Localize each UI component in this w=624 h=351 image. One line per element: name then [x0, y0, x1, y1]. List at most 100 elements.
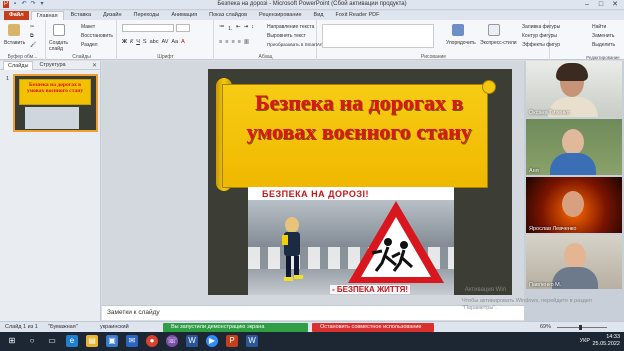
zoom-slider-knob[interactable]	[579, 325, 582, 330]
font-size-box[interactable]	[176, 24, 190, 32]
new-slide-button[interactable]: Создать слайд	[49, 40, 73, 52]
italic-icon[interactable]: К	[130, 39, 133, 45]
zoom-app-icon[interactable]: ▶	[206, 335, 218, 347]
tab-slideshow[interactable]: Показ слайдов	[204, 11, 252, 20]
shape-outline-button[interactable]: Контур фигуры	[522, 33, 557, 39]
picture-art	[282, 201, 444, 283]
tab-animation[interactable]: Анимация	[166, 11, 202, 20]
zoom-level[interactable]: 69%	[540, 324, 551, 330]
close-icon[interactable]: ✕	[608, 0, 622, 9]
indent-increase-icon[interactable]: ⇥	[244, 24, 249, 32]
new-slide-icon[interactable]	[53, 24, 65, 36]
copy-icon[interactable]: ⧉	[30, 33, 34, 39]
cut-icon[interactable]: ✂	[30, 24, 34, 30]
thumb-title: Безпека на дорогах в умовах воєнного ста…	[26, 82, 84, 94]
word-icon[interactable]: W	[186, 335, 198, 347]
line-spacing-icon[interactable]: ↕	[251, 24, 254, 32]
align-right-icon[interactable]: ≡	[231, 39, 234, 45]
task-view-icon[interactable]: ▭	[46, 335, 58, 347]
section-button[interactable]: Раздел	[81, 42, 98, 48]
clock-date: 25.05.2022	[592, 341, 620, 347]
shape-effects-button[interactable]: Эффекты фигур	[522, 42, 560, 48]
language[interactable]: украинский	[100, 324, 129, 330]
layout-button[interactable]: Макет	[81, 24, 95, 30]
slide-canvas[interactable]: Безпека на дорогах в умовах воєнного ста…	[208, 69, 512, 295]
tab-insert[interactable]: Вставка	[66, 11, 96, 20]
align-text-button[interactable]: Выровнять текст	[267, 33, 306, 39]
tab-outline-panel[interactable]: Структура	[35, 61, 69, 69]
close-icon[interactable]: ✕	[92, 62, 97, 69]
font-color-icon[interactable]: A	[181, 39, 185, 45]
smartart-button[interactable]: Преобразовать в SmartArt	[267, 42, 323, 47]
quick-styles-button[interactable]: Экспресс-стили	[480, 40, 517, 46]
tab-view[interactable]: Вид	[309, 11, 329, 20]
slide-thumbnail[interactable]: Безпека на дорогах в умовах воєнного ста…	[13, 74, 98, 132]
tab-home[interactable]: Главная	[30, 11, 64, 20]
quick-styles-icon[interactable]	[488, 24, 500, 36]
align-center-icon[interactable]: ≡	[225, 39, 228, 45]
viber-icon[interactable]: ☏	[166, 335, 178, 347]
minimize-icon[interactable]: –	[580, 0, 594, 9]
tab-slides-panel[interactable]: Слайды	[3, 60, 34, 70]
arrange-icon[interactable]	[452, 24, 464, 36]
reset-button[interactable]: Восстановить	[81, 33, 113, 39]
shadow-icon[interactable]: S	[143, 39, 147, 45]
child-leg-right	[294, 256, 299, 276]
case-icon[interactable]: Aa	[171, 39, 178, 45]
notes-pane[interactable]: Заметки к слайду	[102, 305, 524, 320]
participant-tile[interactable]: Павленко М.	[526, 235, 622, 289]
mail-icon[interactable]: ✉	[126, 335, 138, 347]
underline-icon[interactable]: Ч	[136, 39, 140, 45]
slides-panel-tabs: Слайды Структура	[0, 60, 100, 70]
store-icon[interactable]: ▣	[106, 335, 118, 347]
search-icon[interactable]: ○	[26, 335, 38, 347]
columns-icon[interactable]: ▥	[244, 39, 249, 45]
windows-activation-notice: Чтобы активировать Windows, перейдите в …	[462, 298, 592, 311]
paste-icon[interactable]	[8, 24, 20, 36]
font-name-box[interactable]	[122, 24, 174, 32]
powerpoint-taskbar-icon[interactable]: P	[226, 335, 238, 347]
format-painter-icon[interactable]: 🖌	[30, 42, 36, 48]
arrange-button[interactable]: Упорядочить	[446, 40, 476, 46]
picture-caption-top: БЕЗПЕКА НА ДОРОЗІ!	[262, 189, 370, 199]
justify-icon[interactable]: ≡	[238, 39, 241, 45]
tab-review[interactable]: Рецензирование	[254, 11, 306, 20]
strikethrough-icon[interactable]: abc	[150, 39, 159, 45]
shape-fill-button[interactable]: Заливка фигуры	[522, 24, 560, 30]
chrome-icon[interactable]: ●	[146, 335, 158, 347]
slide-title[interactable]: Безпека на дорогах в умовах воєнного ста…	[230, 88, 488, 146]
bold-icon[interactable]: Ж	[122, 39, 127, 45]
list-buttons-row: ≔ ⒈ ⇤ ⇥ ↕	[219, 24, 254, 32]
word-taskbar-icon[interactable]: W	[246, 335, 258, 347]
maximize-icon[interactable]: □	[594, 0, 608, 9]
participant-tile[interactable]: Ярослав Левченко	[526, 177, 622, 233]
numbering-icon[interactable]: ⒈	[228, 24, 234, 32]
tab-transitions[interactable]: Переходы	[129, 11, 165, 20]
sign-figure-head-2	[400, 241, 408, 249]
zoom-slider[interactable]	[557, 325, 607, 330]
select-button[interactable]: Выделить	[592, 42, 615, 48]
explorer-icon[interactable]: ▤	[86, 335, 98, 347]
edge-icon[interactable]: e	[66, 335, 78, 347]
indent-decrease-icon[interactable]: ⇤	[236, 24, 241, 32]
align-left-icon[interactable]: ≡	[219, 39, 222, 45]
find-button[interactable]: Найти	[592, 24, 606, 30]
tab-design[interactable]: Дизайн	[98, 11, 127, 20]
spacing-icon[interactable]: AV	[161, 39, 168, 45]
participant-tile[interactable]: Оксана Тихенко	[526, 61, 622, 117]
participant-name: Оксана Тихенко	[529, 110, 570, 116]
start-icon[interactable]: ⊞	[6, 335, 18, 347]
shapes-gallery[interactable]	[322, 24, 434, 48]
tab-file[interactable]: Файл	[4, 11, 29, 20]
bullets-icon[interactable]: ≔	[219, 24, 225, 32]
slide-picture[interactable]: БЕЗПЕКА НА ДОРОЗІ! - БЕЗПЕКА ЖИТТЯ!	[248, 187, 454, 295]
window-controls: – □ ✕	[580, 0, 622, 9]
keyboard-language[interactable]: УКР	[580, 338, 590, 344]
text-direction-button[interactable]: Направление текста	[267, 24, 314, 30]
paste-button[interactable]: Вставить	[4, 40, 25, 46]
replace-button[interactable]: Заменить	[592, 33, 614, 39]
stop-sharing-button[interactable]: Остановить совместное использование	[312, 323, 434, 332]
system-clock[interactable]: 14:33 25.05.2022	[592, 334, 620, 348]
tab-foxit[interactable]: Foxit Reader PDF	[330, 11, 384, 20]
participant-tile[interactable]: Аня	[526, 119, 622, 175]
